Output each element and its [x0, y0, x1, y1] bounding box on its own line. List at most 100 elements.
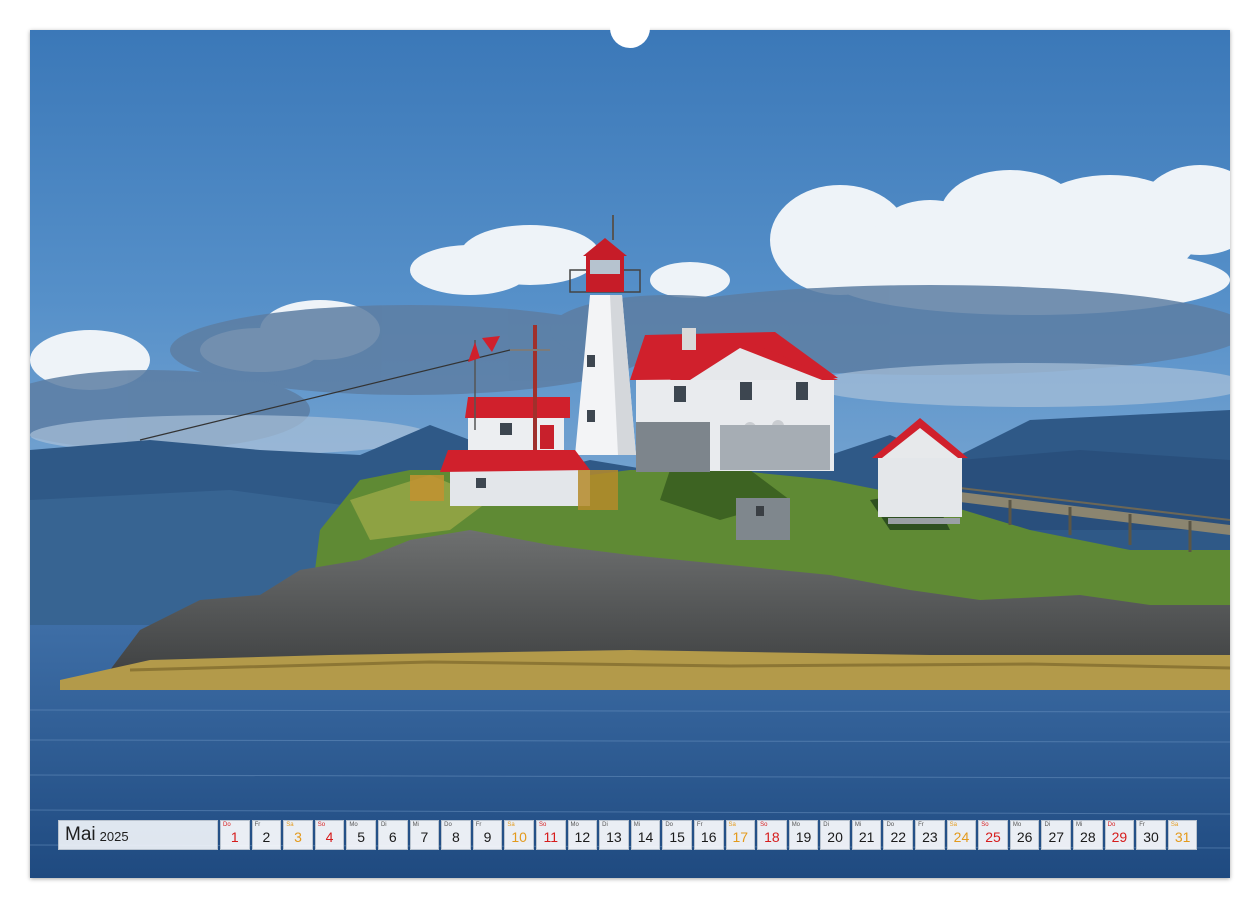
day-weekday: Sa — [507, 822, 515, 828]
day-number: 18 — [764, 829, 780, 845]
day-cell: Fr 9 — [472, 820, 503, 850]
day-weekday: Mo — [791, 822, 801, 828]
day-weekday: Do — [665, 822, 673, 828]
day-number: 1 — [230, 829, 239, 845]
day-number: 8 — [452, 829, 460, 845]
day-cell: Fr 16 — [693, 820, 724, 850]
day-weekday: Fr — [1139, 822, 1145, 828]
day-cell: Sa 10 — [504, 820, 534, 850]
day-weekday: Do — [1107, 822, 1116, 828]
day-weekday: Mo — [1012, 822, 1022, 828]
day-weekday: Sa — [286, 822, 294, 828]
day-cell: Do 1 — [220, 820, 250, 850]
day-weekday: Do — [223, 822, 231, 828]
day-weekday: Mi — [633, 822, 641, 828]
lighthouse-scene — [30, 30, 1230, 878]
day-cell: Fr 30 — [1136, 820, 1166, 850]
day-number: 19 — [795, 829, 812, 845]
day-cell: Sa 24 — [946, 820, 977, 850]
day-weekday: Mo — [570, 822, 579, 828]
day-number: 16 — [700, 829, 717, 845]
month-label-box: Mai 2025 — [58, 820, 218, 850]
day-number: 24 — [953, 829, 970, 845]
day-number: 7 — [420, 829, 429, 845]
day-number: 25 — [985, 829, 1001, 845]
day-cell: So 18 — [757, 820, 787, 850]
day-number: 30 — [1143, 829, 1159, 845]
day-number: 2 — [262, 829, 271, 845]
day-weekday: So — [538, 822, 547, 828]
day-cell: Sa 31 — [1167, 820, 1198, 850]
month-name: Mai — [65, 824, 96, 845]
day-cell: Mi 14 — [630, 820, 661, 850]
day-weekday: Mo — [349, 822, 358, 828]
day-number: 9 — [483, 829, 492, 845]
day-cell: So 25 — [978, 820, 1008, 850]
day-weekday: Fr — [475, 822, 482, 828]
day-cell: Mi 21 — [851, 820, 882, 850]
day-weekday: Di — [380, 822, 387, 828]
day-number: 5 — [357, 829, 366, 845]
day-weekday: Di — [1044, 822, 1051, 828]
day-weekday: So — [760, 822, 768, 828]
day-cell: Do 22 — [883, 820, 914, 850]
day-number: 26 — [1016, 829, 1033, 845]
day-number: 17 — [732, 829, 749, 845]
day-cell: Mo 5 — [346, 820, 376, 850]
day-cell: Mi 28 — [1073, 820, 1103, 850]
day-number: 21 — [858, 829, 875, 845]
day-weekday: So — [317, 822, 326, 828]
day-cell: Sa 3 — [283, 820, 313, 850]
day-weekday: So — [981, 822, 989, 828]
day-cell: Mi 7 — [409, 820, 440, 850]
day-cell: So 11 — [535, 820, 566, 850]
day-cell: Do 15 — [662, 820, 692, 850]
day-weekday: Di — [823, 822, 829, 828]
day-cell: Di 27 — [1041, 820, 1072, 850]
day-cell: Mo 12 — [567, 820, 598, 850]
day-weekday: Do — [886, 822, 895, 828]
day-cell: Fr 23 — [915, 820, 945, 850]
day-weekday: Mi — [1076, 822, 1083, 828]
day-number: 27 — [1048, 829, 1065, 845]
day-cell: Di 13 — [599, 820, 629, 850]
day-weekday: Sa — [1170, 822, 1179, 828]
day-weekday: Sa — [728, 822, 736, 828]
day-number: 29 — [1111, 829, 1128, 845]
day-weekday: Fr — [696, 822, 703, 828]
day-weekday: Fr — [918, 822, 924, 828]
day-cells: Do 1 Fr 2 Sa 3 So 4 Mo 5 Di 6 Mi 7 Do 8 Fr 9 Sa 10 So 11 Mo 12 D… — [220, 820, 1198, 850]
day-number: 15 — [669, 829, 685, 845]
day-number: 23 — [922, 829, 938, 845]
day-weekday: Fr — [254, 822, 261, 828]
day-weekday: Mi — [854, 822, 862, 828]
day-number: 31 — [1174, 829, 1191, 845]
day-cell: Di 20 — [820, 820, 850, 850]
day-cell: Sa 17 — [725, 820, 756, 850]
day-number: 12 — [574, 829, 591, 845]
day-number: 13 — [606, 829, 622, 845]
day-cell: Mo 26 — [1009, 820, 1040, 850]
day-cell: So 4 — [314, 820, 345, 850]
day-weekday: Mi — [412, 822, 419, 828]
day-number: 3 — [294, 829, 302, 845]
month-year: 2025 — [99, 829, 129, 844]
day-number: 6 — [388, 829, 397, 845]
day-number: 4 — [325, 829, 334, 845]
day-number: 10 — [511, 829, 527, 845]
utility-box — [736, 498, 790, 540]
calendar-photo — [30, 30, 1230, 878]
day-number: 14 — [637, 829, 654, 845]
day-cell: Mo 19 — [788, 820, 819, 850]
day-number: 28 — [1080, 829, 1096, 845]
day-cell: Di 6 — [377, 820, 408, 850]
day-weekday: Di — [602, 822, 608, 828]
day-weekday: Sa — [949, 822, 957, 828]
month-calendar-strip: Mai 2025 Do 1 Fr 2 Sa 3 So 4 Mo 5 Di 6 Mi 7 Do 8 Fr 9 Sa 10… — [58, 820, 1198, 850]
day-weekday: Do — [444, 822, 452, 828]
day-cell: Fr 2 — [251, 820, 282, 850]
day-number: 11 — [543, 829, 558, 845]
day-cell: Do 8 — [441, 820, 471, 850]
day-number: 20 — [827, 829, 843, 845]
day-cell: Do 29 — [1104, 820, 1135, 850]
